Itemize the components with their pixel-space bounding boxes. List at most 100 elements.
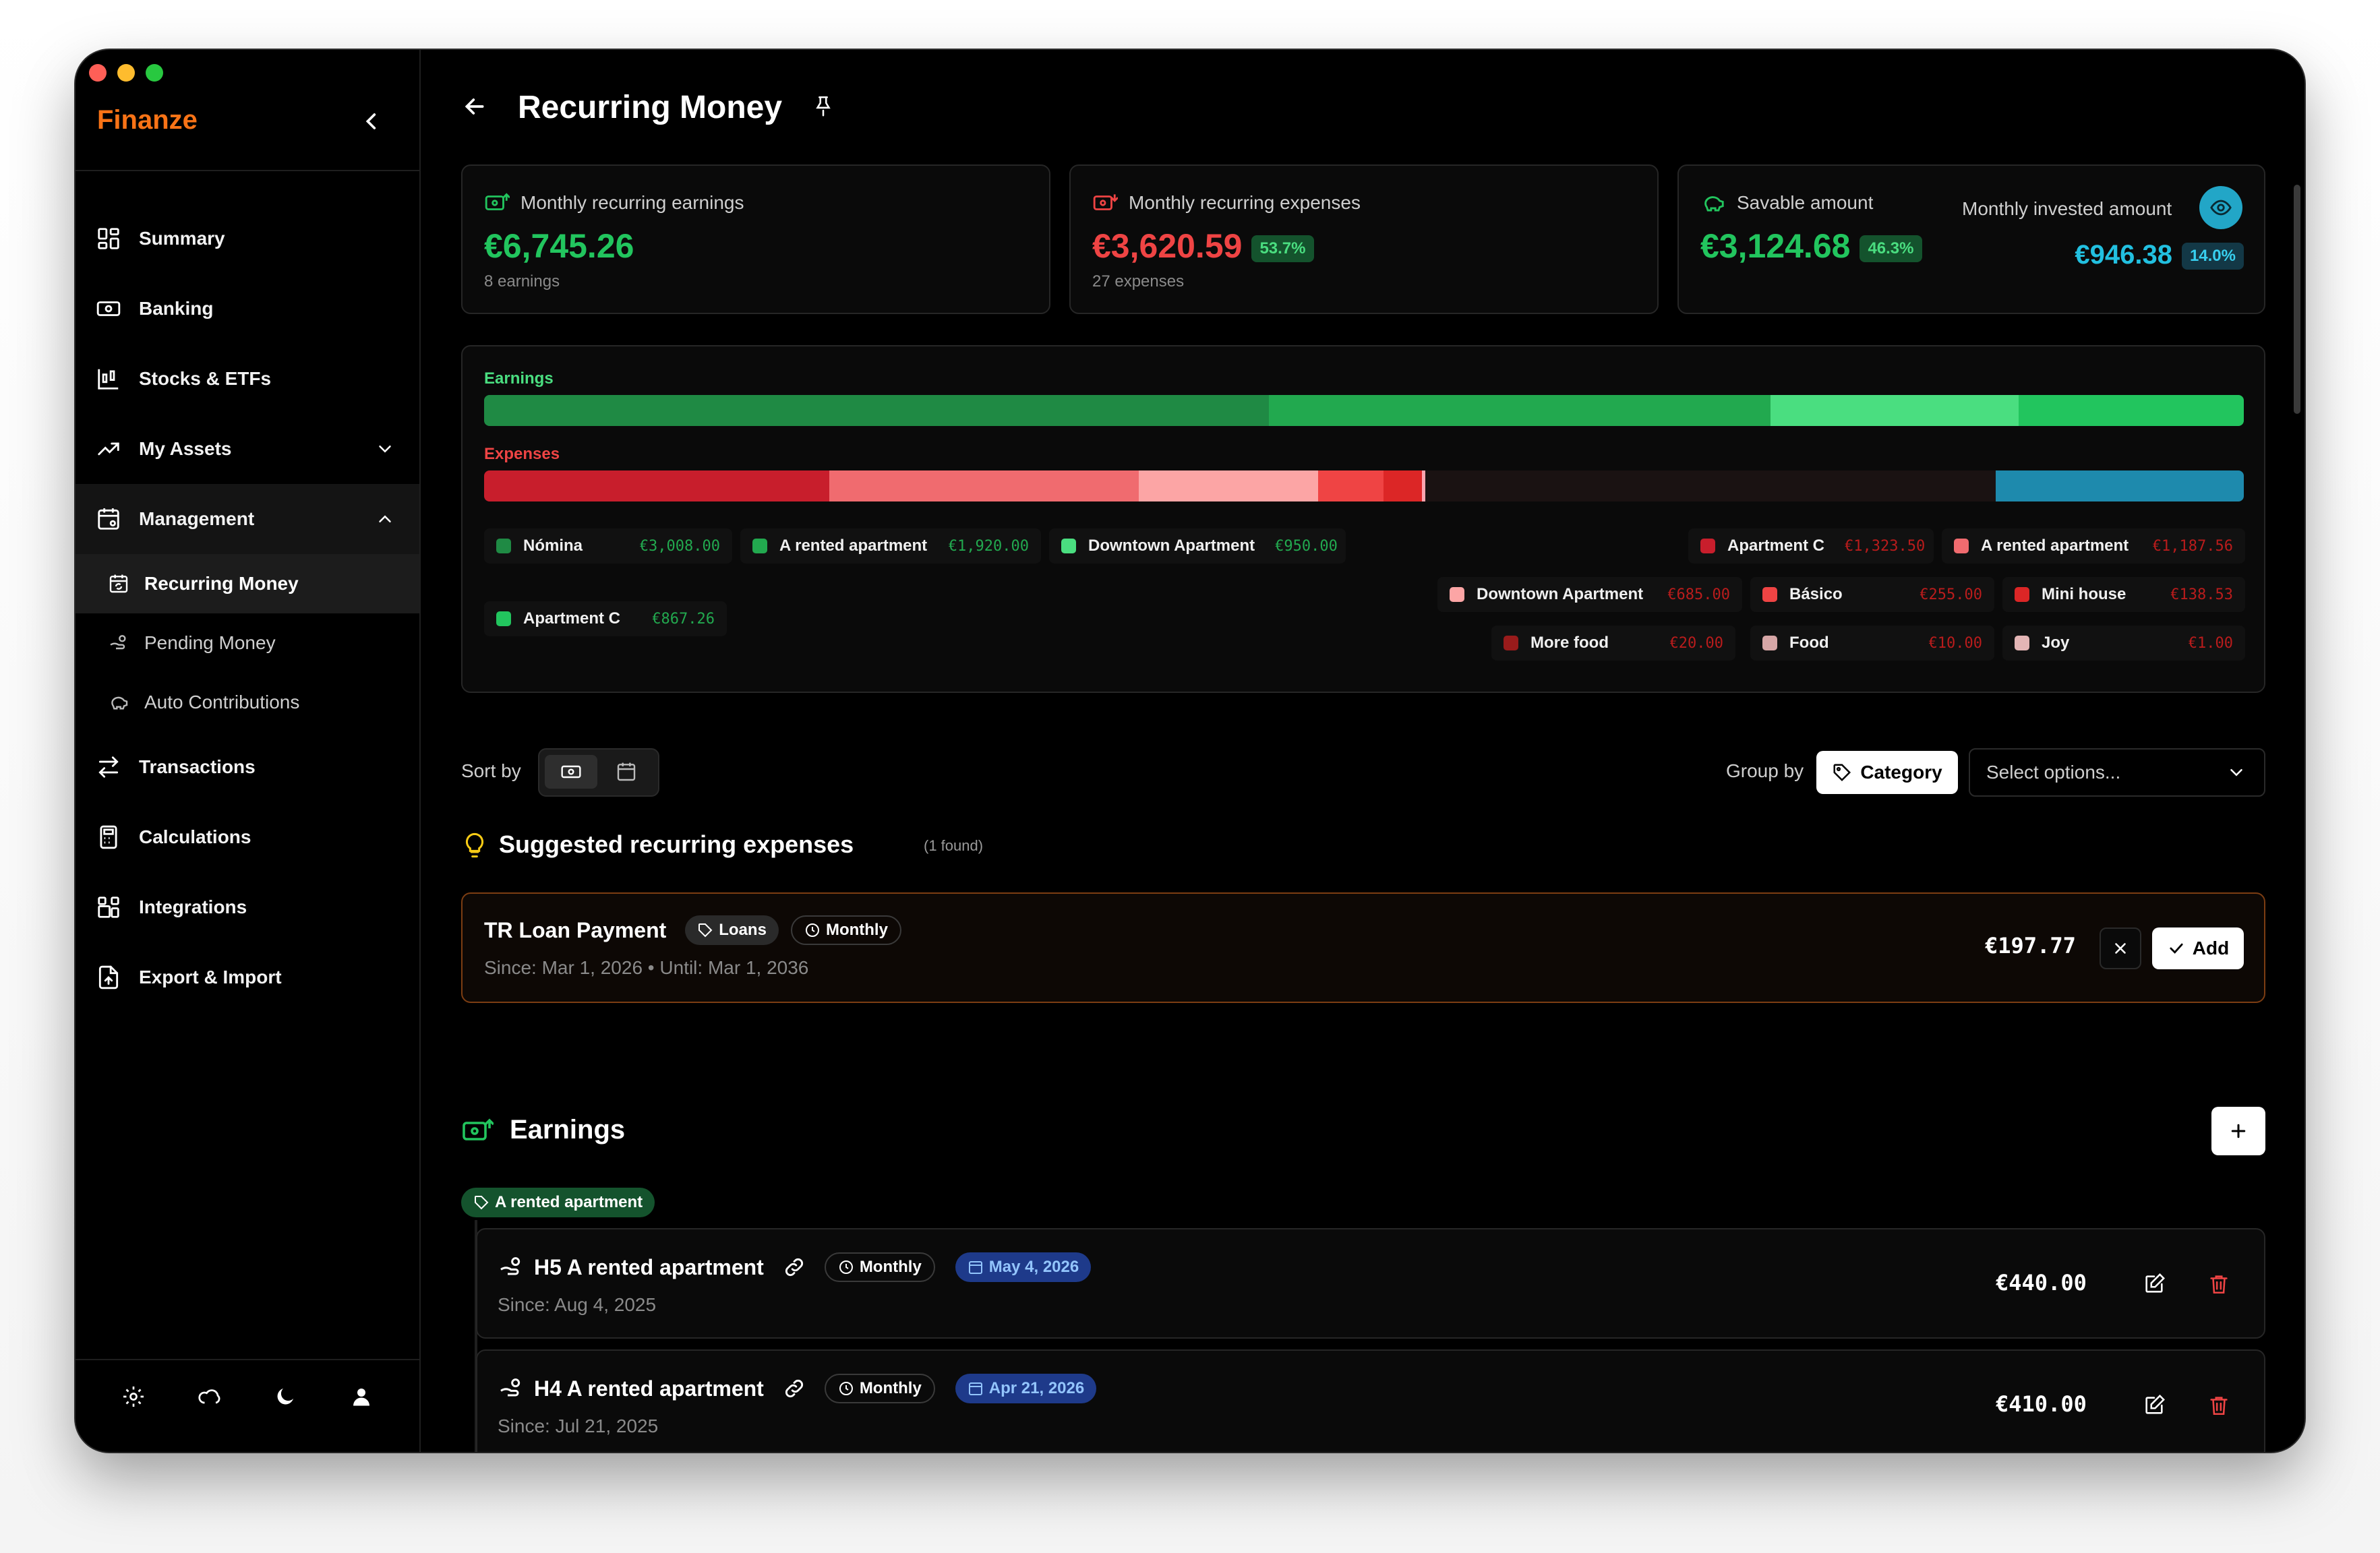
- earning-row[interactable]: H4 A rented apartment Monthly Apr 21, 20…: [476, 1349, 2265, 1452]
- legend-chip-expense: More food €20.00: [1491, 626, 1735, 661]
- sidebar-nav: Summary Banking Stocks & ETFs My Assets …: [76, 204, 419, 1012]
- expenses-bar-segment: [829, 470, 1139, 501]
- sidebar-item-label: Banking: [139, 298, 214, 319]
- grid-icon: [98, 228, 119, 249]
- legend-chip-earning: A rented apartment €1,920.00: [740, 528, 1041, 564]
- sort-by-amount-button[interactable]: [545, 755, 597, 789]
- file-up-icon: [98, 965, 119, 989]
- sidebar-subitem-recurring-money[interactable]: Recurring Money: [76, 554, 419, 613]
- tag-icon: [1833, 764, 1851, 782]
- sidebar-item-transactions[interactable]: Transactions: [76, 732, 419, 802]
- next-date-tag: Apr 21, 2026: [955, 1374, 1097, 1403]
- sidebar-footer: [76, 1384, 419, 1409]
- pin-icon[interactable]: [812, 94, 835, 117]
- piggy-bank-icon: [1704, 196, 1724, 212]
- scrollbar-thumb[interactable]: [2294, 185, 2300, 414]
- app-window: Finanze Summary Banking Stocks & ETFs My…: [76, 50, 2304, 1452]
- savable-amount: €3,124.68: [1700, 227, 1851, 265]
- earnings-stacked-bar: [484, 395, 2244, 426]
- sidebar-item-label: Management: [139, 508, 255, 529]
- chevron-left-icon[interactable]: [359, 108, 386, 135]
- sidebar-item-summary[interactable]: Summary: [76, 204, 419, 274]
- legend-chip-expense: Apartment C €1,323.50: [1688, 528, 1934, 564]
- expenses-count: 27 expenses: [1092, 272, 1185, 291]
- banknote-arrow-down-icon: [1093, 194, 1118, 210]
- legend-chip-expense: Food €10.00: [1750, 626, 1994, 661]
- arrows-exchange-icon: [98, 756, 119, 778]
- sidebar-subitem-pending-money[interactable]: Pending Money: [76, 613, 419, 673]
- trash-icon[interactable]: [2207, 1394, 2230, 1417]
- group-by-label: Group by: [1726, 760, 1804, 781]
- cloud-sync-icon[interactable]: [198, 1384, 222, 1409]
- sidebar-item-stocks[interactable]: Stocks & ETFs: [76, 344, 419, 414]
- add-suggestion-button[interactable]: Add: [2152, 927, 2244, 969]
- sidebar-item-my-assets[interactable]: My Assets: [76, 414, 419, 484]
- close-icon: [2115, 943, 2126, 954]
- earnings-section-title: Earnings: [510, 1115, 626, 1145]
- piggy-bank-icon: [111, 696, 128, 710]
- legend-chip-expense: Joy €1.00: [2002, 626, 2245, 661]
- earning-since: Since: Jul 21, 2025: [498, 1415, 659, 1436]
- eye-toggle-button[interactable]: [2199, 186, 2242, 229]
- expenses-amount: €3,620.59: [1092, 227, 1243, 265]
- candlestick-icon: [98, 369, 119, 390]
- settings-icon[interactable]: [121, 1384, 146, 1409]
- sidebar-subitem-auto-contributions[interactable]: Auto Contributions: [76, 673, 419, 732]
- frequency-tag: Monthly: [824, 1252, 935, 1282]
- suggested-title: Suggested recurring expenses: [499, 830, 854, 858]
- calendar-cog-icon: [98, 508, 119, 530]
- group-by-category-button[interactable]: Category: [1816, 751, 1958, 794]
- group-options-select[interactable]: Select options...: [1969, 748, 2265, 797]
- calendar-icon: [968, 1261, 982, 1274]
- edit-icon[interactable]: [2143, 1273, 2166, 1296]
- earnings-bar-segment: [484, 395, 1270, 426]
- frequency-tag: Monthly: [790, 915, 901, 945]
- sidebar-item-label: Transactions: [139, 756, 256, 777]
- earnings-bar-segment: [2018, 395, 2244, 426]
- sidebar-item-label: Calculations: [139, 826, 251, 847]
- group-tag: A rented apartment: [461, 1188, 655, 1217]
- chevron-down-icon[interactable]: [375, 439, 395, 459]
- chevron-up-icon[interactable]: [375, 509, 395, 529]
- link-icon[interactable]: [783, 1377, 806, 1400]
- legend-chip-expense: A rented apartment €1,187.56: [1942, 528, 2245, 564]
- earning-amount: €410.00: [1996, 1391, 2087, 1417]
- expenses-bar-segment: [1995, 470, 2244, 501]
- trash-icon[interactable]: [2207, 1273, 2230, 1296]
- edit-icon[interactable]: [2143, 1394, 2166, 1417]
- link-icon[interactable]: [783, 1256, 806, 1279]
- expenses-bar-segment: [1318, 470, 1384, 501]
- calendar-icon: [617, 762, 636, 781]
- add-earning-button[interactable]: [2211, 1107, 2265, 1155]
- earning-amount: €440.00: [1996, 1270, 2087, 1296]
- sort-by-date-button[interactable]: [600, 755, 653, 789]
- sidebar-item-banking[interactable]: Banking: [76, 274, 419, 344]
- expenses-summary-card: Monthly recurring expenses €3,620.59 53.7…: [1069, 164, 1659, 314]
- suggested-item-dates: Since: Mar 1, 2026 • Until: Mar 1, 2036: [484, 957, 809, 978]
- chevron-down-icon: [2230, 769, 2242, 776]
- sidebar-item-management[interactable]: Management: [76, 484, 419, 554]
- sidebar: Finanze Summary Banking Stocks & ETFs My…: [76, 50, 421, 1452]
- suggested-expense-card: TR Loan Payment Loans Monthly Since: Mar…: [461, 892, 2265, 1003]
- banknote-icon: [561, 765, 581, 779]
- earnings-amount: €6,745.26: [484, 227, 634, 265]
- expenses-bar-segment: [1425, 470, 1996, 501]
- blocks-icon: [98, 896, 119, 918]
- suggested-item-amount: €197.77: [1985, 933, 2076, 958]
- sidebar-item-export-import[interactable]: Export & Import: [76, 942, 419, 1012]
- dismiss-suggestion-button[interactable]: [2100, 927, 2141, 969]
- arrow-left-icon[interactable]: [461, 93, 488, 120]
- legend-chip-expense: Básico €255.00: [1750, 577, 1994, 612]
- moon-icon[interactable]: [273, 1384, 297, 1409]
- earnings-bar-segment: [1269, 395, 1771, 426]
- next-date-tag: May 4, 2026: [955, 1252, 1092, 1282]
- sidebar-item-calculations[interactable]: Calculations: [76, 802, 419, 872]
- eye-icon: [2210, 200, 2232, 216]
- clock-icon: [805, 923, 819, 937]
- earning-since: Since: Aug 4, 2025: [498, 1294, 657, 1315]
- hand-coins-icon: [110, 635, 126, 650]
- sidebar-item-integrations[interactable]: Integrations: [76, 872, 419, 942]
- earning-row[interactable]: H5 A rented apartment Monthly May 4, 202…: [476, 1228, 2265, 1339]
- user-icon[interactable]: [349, 1384, 374, 1409]
- sidebar-subitem-label: Recurring Money: [144, 573, 299, 594]
